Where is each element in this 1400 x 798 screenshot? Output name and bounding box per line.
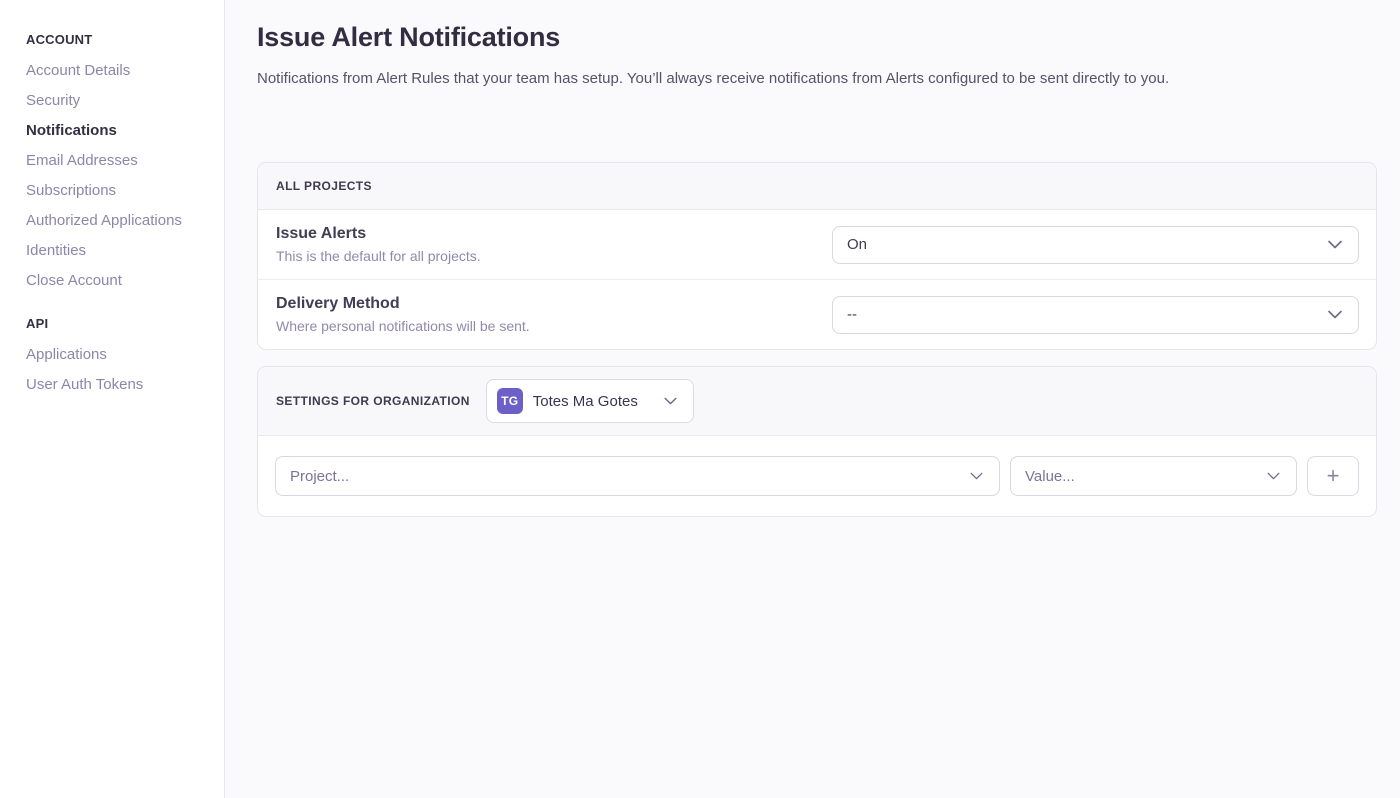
sidebar-header-api: API bbox=[26, 316, 206, 331]
sidebar-item-email-addresses[interactable]: Email Addresses bbox=[26, 152, 206, 169]
organization-settings-card: SETTINGS FOR ORGANIZATION TG Totes Ma Go… bbox=[257, 366, 1377, 517]
sidebar-item-applications[interactable]: Applications bbox=[26, 346, 206, 363]
delivery-method-title: Delivery Method bbox=[276, 295, 530, 313]
chevron-down-icon bbox=[1328, 236, 1342, 254]
chevron-down-icon bbox=[1328, 306, 1342, 324]
organization-header-label: SETTINGS FOR ORGANIZATION bbox=[276, 394, 470, 408]
app-root: ACCOUNT Account Details Security Notific… bbox=[0, 0, 1400, 798]
delivery-method-row: Delivery Method Where personal notificat… bbox=[258, 279, 1376, 349]
sidebar-item-account-details[interactable]: Account Details bbox=[26, 62, 206, 79]
issue-alerts-row: Issue Alerts This is the default for all… bbox=[258, 210, 1376, 279]
value-select[interactable]: Value... bbox=[1010, 456, 1297, 496]
issue-alerts-subtitle: This is the default for all projects. bbox=[276, 248, 481, 264]
sidebar-item-authorized-applications[interactable]: Authorized Applications bbox=[26, 212, 206, 229]
sidebar-item-notifications[interactable]: Notifications bbox=[26, 122, 206, 139]
value-select-placeholder: Value... bbox=[1025, 468, 1075, 485]
sidebar-section-api: API Applications User Auth Tokens bbox=[26, 316, 206, 393]
main-content: Issue Alert Notifications Notifications … bbox=[225, 0, 1400, 798]
settings-sidebar: ACCOUNT Account Details Security Notific… bbox=[0, 0, 225, 798]
organization-card-header: SETTINGS FOR ORGANIZATION TG Totes Ma Go… bbox=[258, 367, 1376, 436]
organization-select[interactable]: TG Totes Ma Gotes bbox=[486, 379, 694, 423]
organization-avatar: TG bbox=[497, 388, 523, 414]
delivery-method-subtitle: Where personal notifications will be sen… bbox=[276, 318, 530, 334]
issue-alerts-select-value: On bbox=[847, 236, 867, 253]
delivery-method-select[interactable]: -- bbox=[832, 296, 1359, 334]
project-filter-row: Project... Value... + bbox=[258, 436, 1376, 516]
sidebar-item-user-auth-tokens[interactable]: User Auth Tokens bbox=[26, 376, 206, 393]
sidebar-item-security[interactable]: Security bbox=[26, 92, 206, 109]
issue-alerts-labels: Issue Alerts This is the default for all… bbox=[276, 225, 481, 264]
chevron-down-icon bbox=[970, 467, 983, 485]
delivery-method-select-value: -- bbox=[847, 306, 857, 323]
project-select[interactable]: Project... bbox=[275, 456, 1000, 496]
delivery-method-labels: Delivery Method Where personal notificat… bbox=[276, 295, 530, 334]
plus-icon: + bbox=[1327, 465, 1340, 487]
add-override-button[interactable]: + bbox=[1307, 456, 1359, 496]
issue-alerts-title: Issue Alerts bbox=[276, 225, 481, 243]
organization-name: Totes Ma Gotes bbox=[533, 393, 638, 410]
sidebar-section-account: ACCOUNT Account Details Security Notific… bbox=[26, 32, 206, 289]
page-description: Notifications from Alert Rules that your… bbox=[257, 69, 1377, 89]
sidebar-item-close-account[interactable]: Close Account bbox=[26, 272, 206, 289]
all-projects-card: ALL PROJECTS Issue Alerts This is the de… bbox=[257, 162, 1377, 350]
chevron-down-icon bbox=[1267, 467, 1280, 485]
chevron-down-icon bbox=[664, 392, 677, 410]
issue-alerts-select[interactable]: On bbox=[832, 226, 1359, 264]
sidebar-header-account: ACCOUNT bbox=[26, 32, 206, 47]
sidebar-item-subscriptions[interactable]: Subscriptions bbox=[26, 182, 206, 199]
page-title: Issue Alert Notifications bbox=[257, 22, 1377, 53]
project-select-placeholder: Project... bbox=[290, 468, 349, 485]
all-projects-card-header: ALL PROJECTS bbox=[258, 163, 1376, 210]
sidebar-item-identities[interactable]: Identities bbox=[26, 242, 206, 259]
